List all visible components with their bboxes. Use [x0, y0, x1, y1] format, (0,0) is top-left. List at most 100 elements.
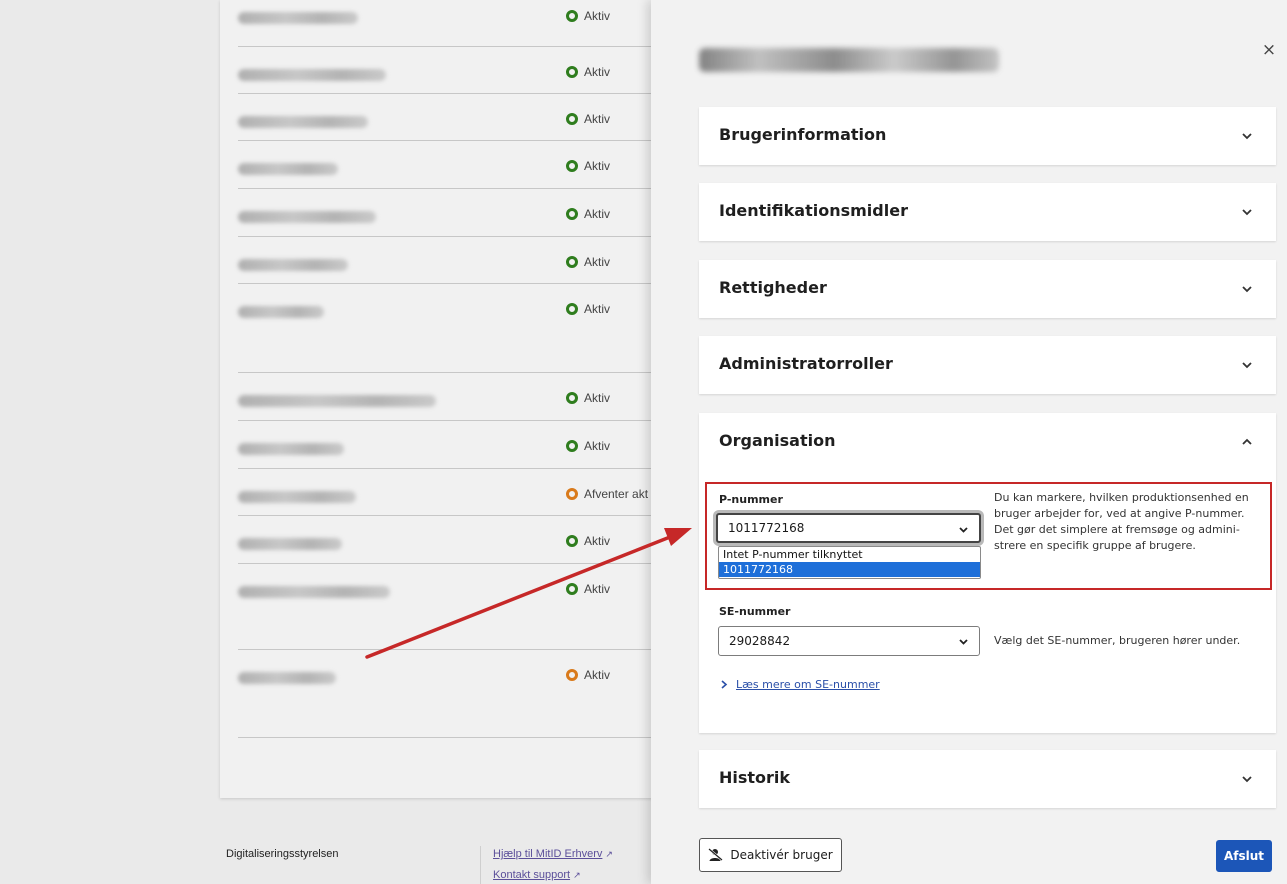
- accordion-header[interactable]: Organisation: [699, 413, 1276, 471]
- table-row[interactable]: Aktiv: [238, 141, 660, 189]
- status-active-icon: [566, 66, 578, 78]
- blurred-user-name: [238, 443, 344, 455]
- drawer-title-blurred: [699, 48, 999, 72]
- user-off-icon: [708, 848, 724, 861]
- blurred-user-name: [238, 538, 342, 550]
- accordion-title: Organisation: [719, 431, 836, 450]
- chevron-right-icon: [721, 680, 728, 689]
- footer-help-link-label: Hjælp til MitID Erhverv: [493, 848, 603, 860]
- se-number-help: Vælg det SE-nummer, brugeren hører under…: [994, 634, 1241, 647]
- chevron-down-icon: [1242, 362, 1252, 369]
- status-active-icon: [566, 208, 578, 220]
- status-pending-icon: [566, 488, 578, 500]
- footer-org-name: Digitaliseringsstyrelsen: [226, 848, 339, 860]
- status-cell: Aktiv: [566, 582, 610, 596]
- external-link-icon: ↗: [605, 849, 613, 859]
- accordion-title: Identifikationsmidler: [719, 201, 908, 220]
- status-active-icon: [566, 440, 578, 452]
- footer-support-link[interactable]: Kontakt support ↗: [493, 869, 581, 881]
- status-cell: Aktiv: [566, 207, 610, 221]
- chevron-down-icon: [1242, 286, 1252, 293]
- accordion-rettigheder: Rettigheder: [699, 260, 1276, 318]
- status-cell: Aktiv: [566, 255, 610, 269]
- blurred-user-name: [238, 306, 324, 318]
- se-number-read-more-label: Læs mere om SE-nummer: [736, 678, 880, 691]
- accordion-header[interactable]: Identifikationsmidler: [699, 183, 1276, 241]
- accordion-administratorroller: Administratorroller: [699, 336, 1276, 394]
- blurred-user-name: [238, 395, 436, 407]
- status-cell: Aktiv: [566, 9, 610, 23]
- status-cell: Aktiv: [566, 668, 610, 682]
- close-icon: ×: [1261, 40, 1277, 60]
- status-cell: Aktiv: [566, 159, 610, 173]
- close-button[interactable]: ×: [1259, 40, 1279, 60]
- user-list-card: Aktiv Aktiv Aktiv Aktiv Aktiv Aktiv Akti…: [220, 0, 660, 798]
- footer-divider: [480, 846, 481, 884]
- accordion-header[interactable]: Brugerinformation: [699, 107, 1276, 165]
- footer-support-link-label: Kontakt support: [493, 869, 571, 881]
- se-number-read-more-link[interactable]: Læs mere om SE-nummer: [720, 678, 880, 691]
- table-row[interactable]: Aktiv: [238, 421, 660, 469]
- finish-button[interactable]: Afslut: [1216, 840, 1272, 872]
- status-active-icon: [566, 113, 578, 125]
- status-cell: Aktiv: [566, 534, 610, 548]
- status-active-icon: [566, 535, 578, 547]
- se-number-label: SE-nummer: [719, 605, 791, 618]
- chevron-down-icon: [959, 639, 968, 645]
- status-cell: Aktiv: [566, 65, 610, 79]
- status-active-icon: [566, 583, 578, 595]
- accordion-header[interactable]: Administratorroller: [699, 336, 1276, 394]
- blurred-user-name: [238, 211, 376, 223]
- accordion-title: Historik: [719, 768, 791, 787]
- blurred-user-name: [238, 586, 390, 598]
- accordion-identifikationsmidler: Identifikationsmidler: [699, 183, 1276, 241]
- status-active-icon: [566, 392, 578, 404]
- footer-help-link[interactable]: Hjælp til MitID Erhverv ↗: [493, 848, 613, 860]
- table-row[interactable]: Aktiv: [238, 284, 660, 373]
- blurred-user-name: [238, 116, 368, 128]
- blurred-user-name: [238, 69, 386, 81]
- table-row[interactable]: Aktiv: [238, 237, 660, 284]
- se-number-value: 29028842: [729, 634, 791, 648]
- external-link-icon: ↗: [573, 870, 581, 880]
- accordion-title: Administratorroller: [719, 354, 893, 373]
- status-active-icon: [566, 303, 578, 315]
- status-cell: Aktiv: [566, 439, 610, 453]
- status-active-icon: [566, 10, 578, 22]
- accordion-historik: Historik: [699, 750, 1276, 808]
- accordion-header[interactable]: Historik: [699, 750, 1276, 808]
- table-row[interactable]: Aktiv: [238, 47, 660, 94]
- blurred-user-name: [238, 672, 336, 684]
- chevron-down-icon: [1242, 209, 1252, 216]
- chevron-down-icon: [1242, 776, 1252, 783]
- table-row[interactable]: Aktiv: [238, 516, 660, 564]
- user-details-drawer: × Brugerinformation Identifikationsmidle…: [651, 0, 1287, 884]
- blurred-user-name: [238, 163, 338, 175]
- status-cell: Aktiv: [566, 391, 610, 405]
- accordion-title: Rettigheder: [719, 278, 827, 297]
- status-cell: Aktiv: [566, 302, 610, 316]
- status-active-icon: [566, 160, 578, 172]
- table-row[interactable]: Aktiv: [238, 564, 660, 650]
- chevron-up-icon: [1242, 438, 1252, 445]
- accordion-brugerinformation: Brugerinformation: [699, 107, 1276, 165]
- blurred-user-name: [238, 259, 348, 271]
- table-row[interactable]: Aktiv: [238, 189, 660, 237]
- status-pending-icon: [566, 669, 578, 681]
- chevron-down-icon: [1242, 133, 1252, 140]
- deactivate-user-button[interactable]: Deaktivér bruger: [699, 838, 842, 872]
- se-number-select[interactable]: 29028842: [718, 626, 980, 656]
- status-cell: Aktiv: [566, 112, 610, 126]
- deactivate-user-label: Deaktivér bruger: [730, 848, 833, 862]
- status-active-icon: [566, 256, 578, 268]
- status-cell: Afventer akt: [566, 487, 648, 501]
- annotation-highlight-box: [705, 482, 1272, 590]
- table-row[interactable]: Afventer akt: [238, 469, 660, 516]
- blurred-user-name: [238, 12, 358, 24]
- blurred-user-name: [238, 491, 356, 503]
- table-row[interactable]: Aktiv: [238, 650, 660, 738]
- table-row[interactable]: Aktiv: [238, 373, 660, 421]
- accordion-header[interactable]: Rettigheder: [699, 260, 1276, 318]
- table-row[interactable]: Aktiv: [238, 0, 660, 47]
- table-row[interactable]: Aktiv: [238, 94, 660, 141]
